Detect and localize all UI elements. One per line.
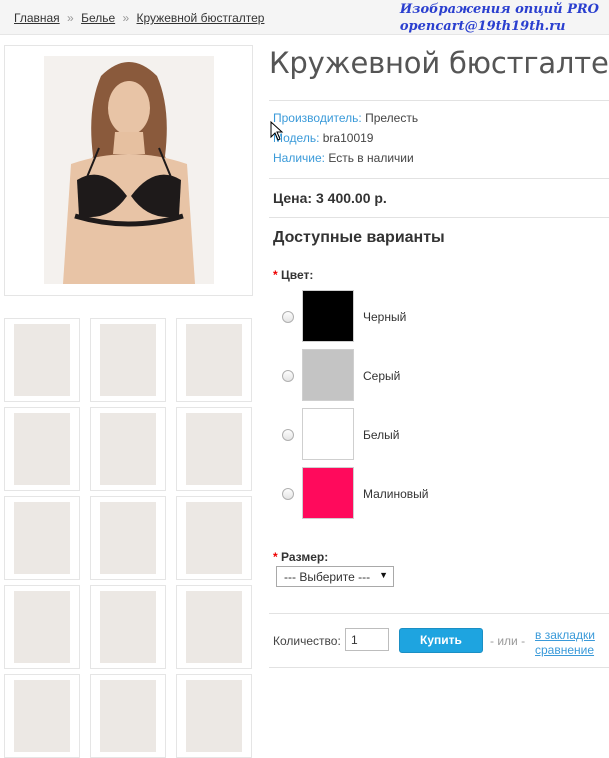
- thumbnail[interactable]: [90, 496, 166, 580]
- add-to-compare-link[interactable]: сравнение: [535, 643, 595, 658]
- thumbnail[interactable]: [90, 407, 166, 491]
- add-to-wishlist-link[interactable]: в закладки: [535, 628, 595, 643]
- breadcrumb: Главная » Белье » Кружевной бюстгалтер: [14, 11, 264, 25]
- color-radio-gray[interactable]: [282, 370, 294, 382]
- thumbnail[interactable]: [176, 407, 252, 491]
- color-label-black: Черный: [363, 310, 407, 324]
- color-option-label: * Цвет:: [273, 268, 313, 282]
- manufacturer-row: Производитель: Прелесть: [273, 111, 418, 125]
- color-swatch-white[interactable]: [302, 408, 354, 460]
- divider: [269, 217, 609, 218]
- or-separator: - или -: [490, 634, 526, 648]
- thumbnail[interactable]: [90, 674, 166, 758]
- manufacturer-value: Прелесть: [365, 111, 419, 125]
- model-photo: [44, 56, 214, 284]
- divider: [269, 613, 609, 614]
- thumbnail[interactable]: [4, 585, 80, 669]
- options-title: Доступные варианты: [273, 229, 445, 246]
- thumbnail[interactable]: [4, 496, 80, 580]
- thumbnail[interactable]: [90, 585, 166, 669]
- size-option-label: * Размер:: [273, 550, 328, 564]
- color-label-white: Белый: [363, 428, 400, 442]
- availability-value: Есть в наличии: [328, 151, 414, 165]
- size-select-value: --- Выберите ---: [284, 570, 371, 584]
- quantity-input[interactable]: 1: [345, 628, 389, 651]
- thumbnail[interactable]: [4, 407, 80, 491]
- model-value: bra10019: [322, 131, 374, 145]
- size-select[interactable]: --- Выберите --- ▼: [276, 566, 394, 587]
- thumbnail[interactable]: [4, 674, 80, 758]
- watermark: Изображения опций PRO opencart@19th19th.…: [400, 1, 599, 35]
- thumbnail[interactable]: [176, 674, 252, 758]
- breadcrumb-category-link[interactable]: Белье: [81, 11, 115, 25]
- breadcrumb-separator: »: [122, 11, 130, 25]
- size-label-text: Размер:: [281, 550, 329, 564]
- color-radio-black[interactable]: [282, 311, 294, 323]
- divider: [269, 178, 609, 179]
- buy-button[interactable]: Купить: [399, 628, 483, 653]
- thumbnail[interactable]: [176, 318, 252, 402]
- availability-row: Наличие: Есть в наличии: [273, 151, 414, 165]
- required-marker: *: [273, 550, 278, 564]
- color-swatch-black[interactable]: [302, 290, 354, 342]
- color-radio-crimson[interactable]: [282, 488, 294, 500]
- color-swatch-crimson[interactable]: [302, 467, 354, 519]
- required-marker: *: [273, 268, 278, 282]
- main-product-image[interactable]: [4, 45, 253, 296]
- product-title: Кружевной бюстгалтер: [269, 46, 609, 80]
- color-label-crimson: Малиновый: [363, 487, 429, 501]
- breadcrumb-separator: »: [67, 11, 74, 25]
- breadcrumb-product-link[interactable]: Кружевной бюстгалтер: [137, 11, 265, 25]
- watermark-line-2: opencart@19th19th.ru: [399, 19, 566, 34]
- thumbnail[interactable]: [176, 585, 252, 669]
- thumbnail[interactable]: [4, 318, 80, 402]
- divider: [269, 100, 609, 101]
- divider: [269, 667, 609, 668]
- breadcrumb-home-link[interactable]: Главная: [14, 11, 60, 25]
- color-label-gray: Серый: [363, 369, 401, 383]
- manufacturer-label: Производитель:: [273, 111, 362, 125]
- watermark-line-1: Изображения опций PRO: [399, 2, 599, 17]
- top-bar: Главная » Белье » Кружевной бюстгалтер И…: [0, 0, 609, 35]
- availability-label: Наличие:: [273, 151, 326, 165]
- thumbnail[interactable]: [176, 496, 252, 580]
- model-row: Модель: bra10019: [273, 131, 373, 145]
- color-swatch-gray[interactable]: [302, 349, 354, 401]
- thumbnail[interactable]: [90, 318, 166, 402]
- secondary-actions: в закладки сравнение: [535, 628, 595, 658]
- product-price: Цена: 3 400.00 р.: [273, 190, 387, 206]
- color-label-text: Цвет:: [281, 268, 314, 282]
- chevron-down-icon: ▼: [379, 570, 388, 580]
- mouse-cursor-icon: [270, 121, 284, 141]
- quantity-label: Количество:: [273, 634, 341, 648]
- color-radio-white[interactable]: [282, 429, 294, 441]
